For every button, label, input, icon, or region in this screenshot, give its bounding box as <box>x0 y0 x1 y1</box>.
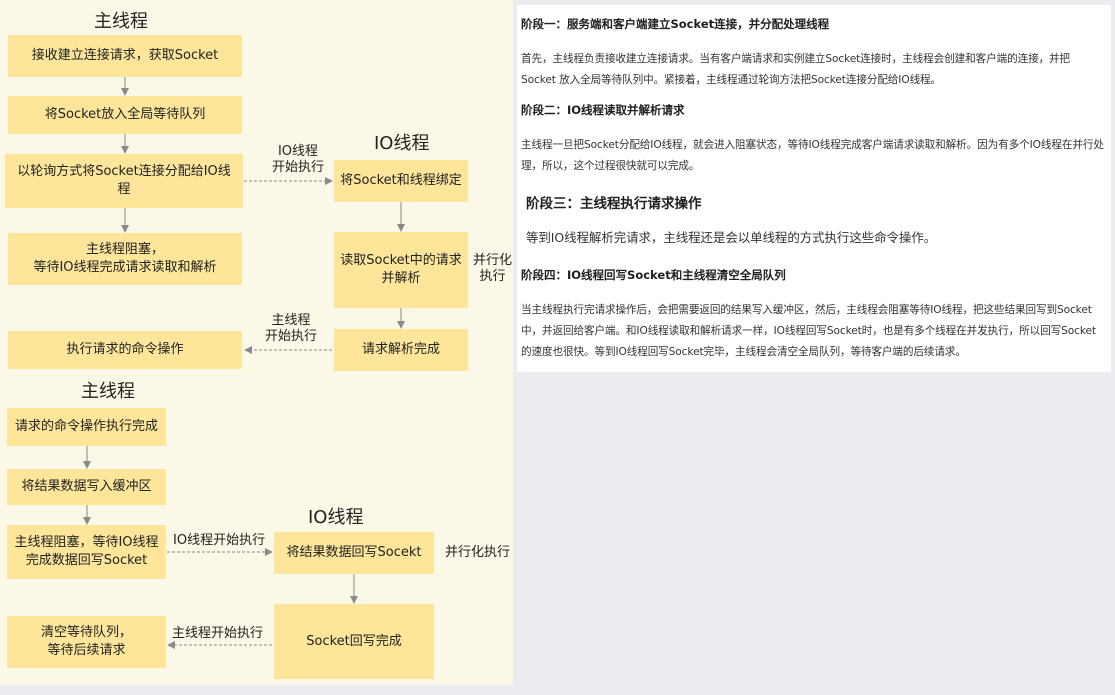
stage-2-paragraph: 主线程一旦把Socket分配给IO线程，就会进入阻塞状态，等待IO线程完成客户端… <box>521 139 1104 172</box>
stage-3-paragraph: 等到IO线程解析完请求，主线程还是会以单线程的方式执行这些命令操作。 <box>526 230 937 245</box>
d1-step-accept-connection: 接收建立连接请求，获取Socket <box>8 35 242 77</box>
d1-io-bind-socket: 将Socket和线程绑定 <box>334 160 468 202</box>
d2-step-main-blocked: 主线程阻塞，等待IO线程 完成数据回写Socket <box>7 525 166 579</box>
d2-io-write-done: Socket回写完成 <box>274 604 434 679</box>
d1-step-enqueue-socket: 将Socket放入全局等待队列 <box>8 96 242 134</box>
d1-label-io-start: IO线程 开始执行 <box>272 144 325 175</box>
d2-step-write-buffer: 将结果数据写入缓冲区 <box>7 469 166 505</box>
stage-1-heading: 阶段一：服务端和客户端建立Socket连接，并分配处理线程 <box>521 17 830 31</box>
stage-1-paragraph: 首先，主线程负责接收建立连接请求。当有客户端请求和实例建立Socket连接时，主… <box>521 53 1071 86</box>
stage-3-heading: 阶段三：主线程执行请求操作 <box>526 196 702 212</box>
d1-io-read-parse: 读取Socket中的请求 并解析 <box>334 232 468 308</box>
d2-label-main-start: 主线程开始执行 <box>172 626 264 641</box>
d1-step-main-blocked: 主线程阻塞， 等待IO线程完成请求读取和解析 <box>8 233 242 285</box>
diagram-2-io-thread-title: IO线程 <box>308 507 364 528</box>
stage-4-paragraph: 当主线程执行完请求操作后，会把需要返回的结果写入缓冲区，然后，主线程会阻塞等待I… <box>521 304 1096 358</box>
stage-2-heading: 阶段二：IO线程读取并解析请求 <box>521 103 685 117</box>
d2-step-command-done: 请求的命令操作执行完成 <box>7 408 166 446</box>
stage-4-heading: 阶段四：IO线程回写Socket和主线程清空全局队列 <box>521 268 786 282</box>
d1-step-dispatch-to-io: 以轮询方式将Socket连接分配给IO线程 <box>5 154 243 208</box>
d2-label-io-start: IO线程开始执行 <box>173 533 266 548</box>
explanation-panel: 阶段一：服务端和客户端建立Socket连接，并分配处理线程 首先，主线程负责接收… <box>517 5 1111 372</box>
d1-label-parallel: 并行化 执行 <box>473 253 513 284</box>
diagram-2-main-thread-title: 主线程 <box>81 381 135 402</box>
diagram-1-io-thread-title: IO线程 <box>374 133 430 154</box>
d1-step-execute-command: 执行请求的命令操作 <box>8 331 242 369</box>
d2-label-parallel: 并行化执行 <box>445 545 511 560</box>
d2-io-write-back: 将结果数据回写Socekt <box>274 532 434 574</box>
d1-io-parse-done: 请求解析完成 <box>334 329 468 371</box>
d1-label-main-start: 主线程 开始执行 <box>265 313 318 344</box>
diagram-1-main-thread-title: 主线程 <box>94 11 148 32</box>
d2-step-clear-queue: 清空等待队列， 等待后续请求 <box>7 616 166 668</box>
